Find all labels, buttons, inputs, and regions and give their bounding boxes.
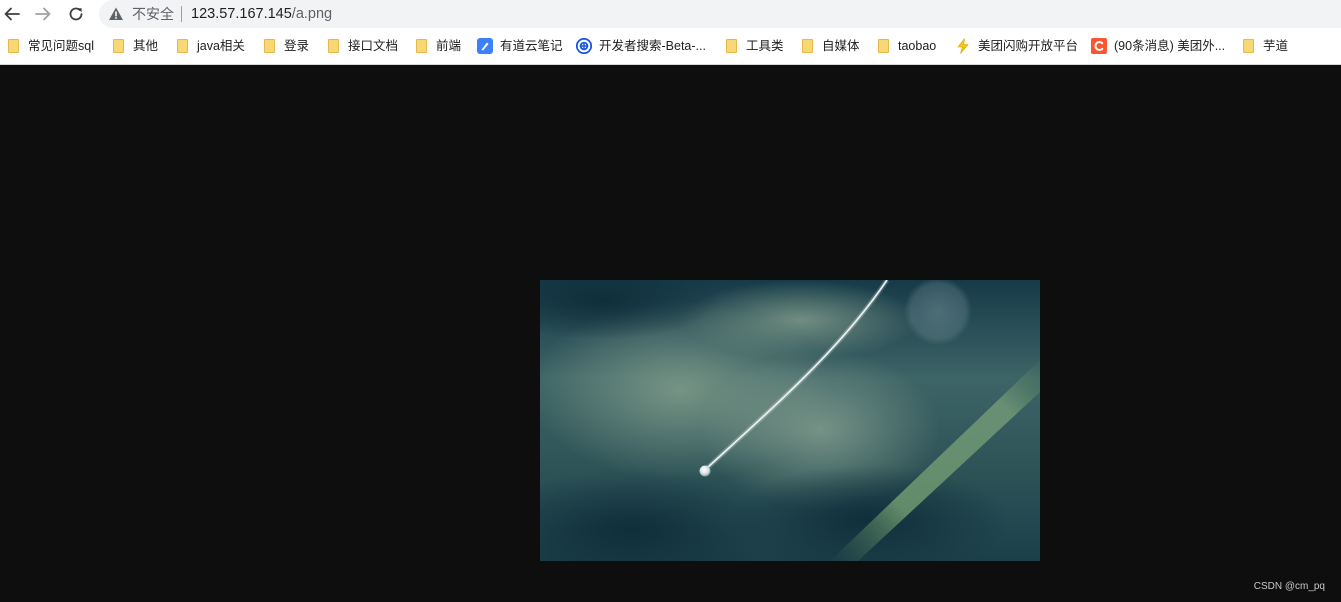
bookmark-label: 开发者搜索-Beta-...	[599, 39, 706, 53]
water-droplet-photo	[540, 280, 1040, 561]
bookmarks-bar: 常见问题sql 其他 java相关 登录 接口文档 前端 有道云笔记 开发者搜索…	[0, 33, 1341, 59]
browser-chrome: 不安全 123.57.167.145/a.png 常见问题sql 其他 java…	[0, 0, 1341, 65]
omnibox-divider	[181, 6, 182, 22]
folder-icon	[5, 38, 21, 54]
bookmark-label: 常见问题sql	[28, 39, 94, 53]
bookmark-qita[interactable]: 其他	[110, 36, 158, 56]
folder-icon	[875, 38, 891, 54]
bookmark-label: 工具类	[746, 39, 784, 53]
browser-toolbar: 不安全 123.57.167.145/a.png	[0, 0, 1341, 28]
bookmark-label: 芋道	[1263, 39, 1289, 53]
bookmark-changjian-sql[interactable]: 常见问题sql	[5, 36, 94, 56]
bookmark-self-media[interactable]: 自媒体	[799, 36, 860, 56]
bookmark-label: (90条消息) 美团外...	[1114, 39, 1226, 53]
bookmark-label: 登录	[284, 39, 310, 53]
dev-search-icon	[576, 38, 592, 54]
bookmark-youdao-note[interactable]: 有道云笔记	[477, 36, 563, 56]
folder-icon	[261, 38, 277, 54]
forward-button[interactable]	[31, 2, 55, 26]
bookmark-label: 美团闪购开放平台	[978, 39, 1079, 53]
bookmark-taobao[interactable]: taobao	[875, 36, 936, 56]
csdn-icon	[1091, 38, 1107, 54]
bookmark-label: 自媒体	[822, 39, 860, 53]
meituan-flash-icon	[955, 38, 971, 54]
arrow-left-icon	[4, 7, 20, 21]
bookmark-api-docs[interactable]: 接口文档	[325, 36, 398, 56]
bookmark-frontend[interactable]: 前端	[413, 36, 461, 56]
arrow-right-icon	[35, 7, 51, 21]
folder-icon	[174, 38, 190, 54]
bookmark-label: 其他	[133, 39, 159, 53]
reload-button[interactable]	[64, 2, 88, 26]
page-viewport: CSDN @cm_pq	[0, 65, 1341, 602]
youdao-note-icon	[477, 38, 493, 54]
folder-icon	[325, 38, 341, 54]
folder-icon	[110, 38, 126, 54]
folder-icon	[1240, 38, 1256, 54]
folder-icon	[723, 38, 739, 54]
bookmark-meituan-flash[interactable]: 美团闪购开放平台	[955, 36, 1078, 56]
back-button[interactable]	[0, 2, 24, 26]
url-path: /a.png	[291, 6, 333, 22]
warning-triangle-icon[interactable]	[108, 6, 124, 22]
bookmark-csdn-meituan[interactable]: (90条消息) 美团外...	[1091, 36, 1225, 56]
url-text[interactable]: 123.57.167.145/a.png	[191, 5, 332, 23]
bookmark-label: java相关	[197, 39, 245, 53]
bookmark-denglu[interactable]: 登录	[261, 36, 309, 56]
bookmark-yudao[interactable]: 芋道	[1240, 36, 1288, 56]
url-host: 123.57.167.145	[191, 6, 292, 22]
address-bar[interactable]: 不安全 123.57.167.145/a.png	[99, 0, 1341, 28]
folder-icon	[799, 38, 815, 54]
bookmark-label: 接口文档	[348, 39, 399, 53]
security-status-label[interactable]: 不安全	[132, 6, 174, 22]
folder-icon	[413, 38, 429, 54]
bookmark-java[interactable]: java相关	[174, 36, 245, 56]
csdn-watermark: CSDN @cm_pq	[1253, 581, 1325, 592]
reload-icon	[69, 7, 83, 21]
bookmark-tools[interactable]: 工具类	[723, 36, 784, 56]
bookmark-label: 前端	[436, 39, 462, 53]
bookmark-label: 有道云笔记	[500, 39, 563, 53]
bookmark-dev-search[interactable]: 开发者搜索-Beta-...	[576, 36, 706, 56]
bookmark-label: taobao	[898, 39, 937, 53]
